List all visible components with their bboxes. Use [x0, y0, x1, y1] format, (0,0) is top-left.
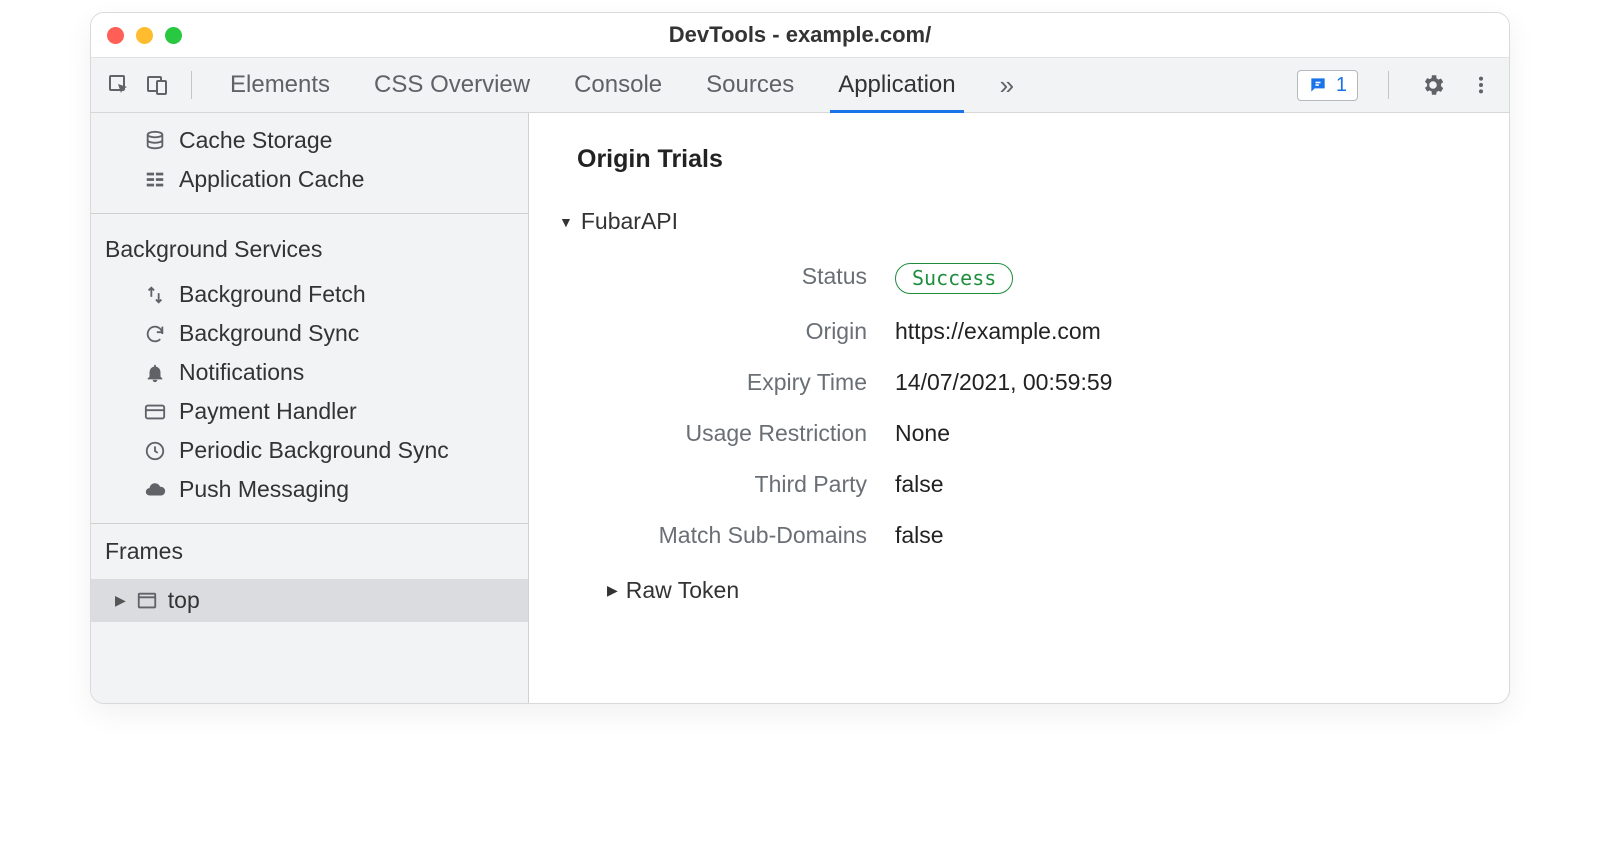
- trial-name: FubarAPI: [581, 208, 678, 235]
- tab-css-overview[interactable]: CSS Overview: [374, 58, 530, 112]
- label-match-subdomains: Match Sub-Domains: [597, 522, 867, 549]
- status-badge: Success: [895, 263, 1013, 294]
- label-status: Status: [597, 263, 867, 294]
- sidebar-section-cache: Cache Storage Application Cache: [91, 113, 528, 214]
- traffic-lights: [107, 27, 182, 44]
- sidebar-heading-frames: Frames: [91, 524, 528, 579]
- kebab-menu-icon[interactable]: [1467, 71, 1495, 99]
- sidebar-section-background-services: Background Services Background Fetch: [91, 214, 528, 524]
- sidebar-item-frame-top[interactable]: ▶ top: [91, 579, 528, 622]
- main-toolbar: Elements CSS Overview Console Sources Ap…: [91, 57, 1509, 113]
- label-expiry: Expiry Time: [597, 369, 867, 396]
- sync-icon: [143, 322, 167, 346]
- sidebar-heading-bg: Background Services: [91, 222, 528, 275]
- sidebar-item-label: Background Fetch: [179, 281, 366, 308]
- window-title: DevTools - example.com/: [669, 22, 931, 48]
- clock-icon: [143, 439, 167, 463]
- sidebar-item-label: Periodic Background Sync: [179, 437, 449, 464]
- sidebar-item-cache-storage[interactable]: Cache Storage: [91, 121, 528, 160]
- close-window-button[interactable]: [107, 27, 124, 44]
- database-icon: [143, 129, 167, 153]
- label-third-party: Third Party: [597, 471, 867, 498]
- credit-card-icon: [143, 400, 167, 424]
- content-area: Cache Storage Application Cache Backgrou…: [91, 113, 1509, 703]
- minimize-window-button[interactable]: [136, 27, 153, 44]
- collapse-triangle-icon[interactable]: ▼: [559, 214, 573, 230]
- sidebar-item-label: Notifications: [179, 359, 304, 386]
- raw-token-row[interactable]: ▶ Raw Token: [607, 577, 1461, 604]
- device-toggle-icon[interactable]: [143, 71, 171, 99]
- sidebar-item-push-messaging[interactable]: Push Messaging: [91, 470, 528, 509]
- more-tabs-icon[interactable]: »: [1000, 58, 1014, 112]
- cloud-icon: [143, 478, 167, 502]
- issues-icon: [1308, 75, 1328, 95]
- sidebar-item-label: Application Cache: [179, 166, 364, 193]
- tab-elements[interactable]: Elements: [230, 58, 330, 112]
- tab-console[interactable]: Console: [574, 58, 662, 112]
- zoom-window-button[interactable]: [165, 27, 182, 44]
- window-icon: [136, 590, 158, 612]
- sidebar-item-label: Cache Storage: [179, 127, 332, 154]
- expand-triangle-icon[interactable]: ▶: [607, 582, 618, 599]
- frame-name: top: [168, 587, 200, 614]
- value-third-party: false: [895, 471, 1461, 498]
- sidebar-item-payment-handler[interactable]: Payment Handler: [91, 392, 528, 431]
- expand-triangle-icon[interactable]: ▶: [115, 592, 126, 609]
- sidebar-item-label: Background Sync: [179, 320, 359, 347]
- bell-icon: [143, 361, 167, 385]
- fetch-arrows-icon: [143, 283, 167, 307]
- trial-details-table: Status Success Origin https://example.co…: [597, 263, 1461, 549]
- tab-application[interactable]: Application: [838, 58, 955, 112]
- value-expiry: 14/07/2021, 00:59:59: [895, 369, 1461, 396]
- issues-count: 1: [1336, 74, 1347, 97]
- sidebar-item-notifications[interactable]: Notifications: [91, 353, 528, 392]
- sidebar-item-background-fetch[interactable]: Background Fetch: [91, 275, 528, 314]
- value-origin: https://example.com: [895, 318, 1461, 345]
- grid-icon: [143, 168, 167, 192]
- settings-icon[interactable]: [1419, 71, 1447, 99]
- tab-sources[interactable]: Sources: [706, 58, 794, 112]
- trial-row[interactable]: ▼ FubarAPI: [559, 208, 1461, 235]
- sidebar-section-frames: Frames ▶ top: [91, 524, 528, 622]
- sidebar-item-background-sync[interactable]: Background Sync: [91, 314, 528, 353]
- devtools-window: DevTools - example.com/ Elements CSS Ove…: [90, 12, 1510, 704]
- value-status: Success: [895, 263, 1461, 294]
- value-match-subdomains: false: [895, 522, 1461, 549]
- toolbar-separator: [191, 71, 192, 99]
- sidebar-item-application-cache[interactable]: Application Cache: [91, 160, 528, 199]
- panel-tabs: Elements CSS Overview Console Sources Ap…: [230, 58, 1287, 112]
- label-origin: Origin: [597, 318, 867, 345]
- label-usage: Usage Restriction: [597, 420, 867, 447]
- sidebar-item-periodic-background-sync[interactable]: Periodic Background Sync: [91, 431, 528, 470]
- main-panel: Origin Trials ▼ FubarAPI Status Success …: [529, 113, 1509, 703]
- application-sidebar: Cache Storage Application Cache Backgrou…: [91, 113, 529, 703]
- issues-button[interactable]: 1: [1297, 70, 1358, 101]
- raw-token-label: Raw Token: [626, 577, 739, 604]
- sidebar-item-label: Push Messaging: [179, 476, 349, 503]
- value-usage: None: [895, 420, 1461, 447]
- toolbar-separator-right: [1388, 71, 1389, 99]
- sidebar-item-label: Payment Handler: [179, 398, 357, 425]
- toolbar-right: 1: [1297, 70, 1495, 101]
- titlebar: DevTools - example.com/: [91, 13, 1509, 57]
- inspect-element-icon[interactable]: [105, 71, 133, 99]
- panel-heading: Origin Trials: [577, 145, 1461, 174]
